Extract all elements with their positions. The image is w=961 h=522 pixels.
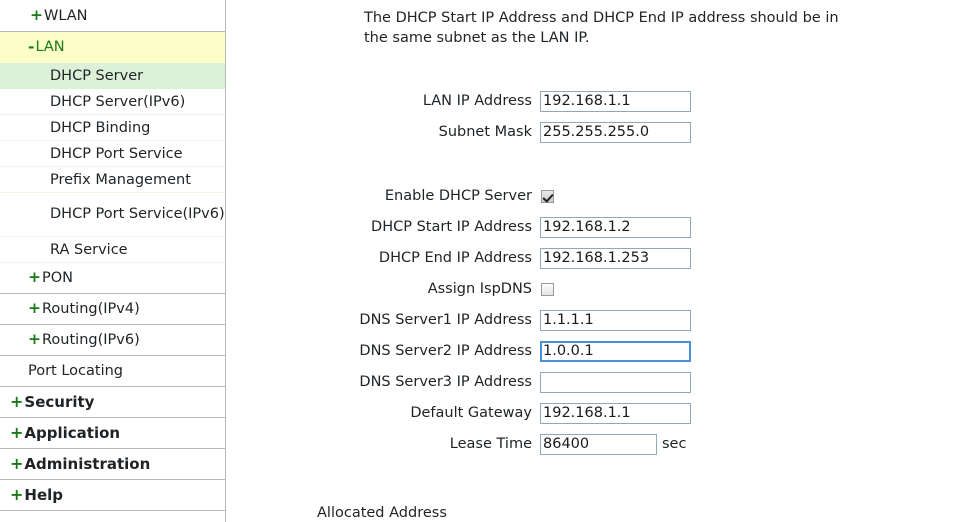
dns-server2-input[interactable] [540, 340, 691, 362]
dhcp-end-label: DHCP End IP Address [378, 250, 532, 266]
dhcp-start-label: DHCP Start IP Address [371, 219, 532, 235]
router-config-page: + WLAN - LAN DHCP Server DHCP Server(IPv… [0, 0, 961, 522]
sidebar-item-label: DHCP Port Service [50, 145, 183, 162]
sidebar-item-routing-ipv6[interactable]: + Routing(IPv6) [0, 325, 225, 356]
field-row-subnet-mask: Subnet Mask [227, 117, 747, 147]
field-row-dns3: DNS Server3 IP Address [227, 367, 747, 397]
sidebar-item-administration[interactable]: + Administration [0, 449, 225, 480]
dhcp-settings-form: LAN IP Address Subnet Mask Enable DHCP S… [227, 86, 747, 460]
sidebar-item-label: Port Locating [28, 363, 124, 379]
expand-plus-icon: + [10, 423, 24, 442]
enable-dhcp-label: Enable DHCP Server [384, 188, 532, 204]
field-row-lease-time: Lease Time sec [227, 429, 747, 459]
sidebar-item-label: WLAN [44, 7, 88, 24]
expand-plus-icon: + [28, 330, 41, 349]
expand-plus-icon: + [28, 299, 41, 318]
sidebar-item-dhcp-binding[interactable]: DHCP Binding [0, 115, 225, 141]
allocated-address-heading: Allocated Address [317, 505, 447, 521]
sidebar-item-label: RA Service [50, 241, 128, 258]
sidebar-item-label: DHCP Binding [50, 119, 151, 136]
sidebar-navigation: + WLAN - LAN DHCP Server DHCP Server(IPv… [0, 0, 226, 522]
default-gateway-input[interactable] [540, 402, 691, 424]
form-spacer [227, 148, 747, 181]
dns-server3-label: DNS Server3 IP Address [359, 374, 532, 390]
field-row-dhcp-start: DHCP Start IP Address [227, 212, 747, 242]
sidebar-item-label: Routing(IPv4) [42, 301, 140, 317]
sidebar-item-label: Prefix Management [50, 171, 191, 188]
subnet-hint-text: The DHCP Start IP Address and DHCP End I… [364, 10, 839, 46]
sidebar-item-port-locating[interactable]: Port Locating [0, 356, 225, 387]
sidebar-item-prefix-management[interactable]: Prefix Management [0, 167, 225, 193]
sidebar-item-security[interactable]: + Security [0, 387, 225, 418]
dns-server1-input[interactable] [540, 309, 691, 331]
sidebar-item-dhcp-server[interactable]: DHCP Server [0, 63, 225, 89]
field-row-dns2: DNS Server2 IP Address [227, 336, 747, 366]
subnet-mask-input[interactable] [540, 121, 691, 143]
expand-plus-icon: + [28, 268, 41, 287]
sidebar-item-wlan[interactable]: + WLAN [0, 0, 225, 32]
sidebar-item-pon[interactable]: + PON [0, 263, 225, 294]
field-row-assign-ispdns: Assign IspDNS [227, 274, 747, 304]
sidebar-item-help[interactable]: + Help [0, 480, 225, 511]
sidebar-item-dhcp-port-service[interactable]: DHCP Port Service [0, 141, 225, 167]
default-gateway-label: Default Gateway [410, 405, 532, 421]
dhcp-start-input[interactable] [540, 216, 691, 238]
sidebar-item-label: Application [24, 424, 121, 442]
field-row-dhcp-end: DHCP End IP Address [227, 243, 747, 273]
main-content: The DHCP Start IP Address and DHCP End I… [227, 0, 961, 522]
dns-server3-input[interactable] [540, 371, 691, 393]
lan-ip-input[interactable] [540, 90, 691, 112]
sidebar-item-label: DHCP Server [50, 67, 144, 84]
sidebar-item-label: LAN [35, 39, 65, 55]
collapse-minus-icon: - [28, 38, 35, 56]
sidebar-item-dhcp-server-ipv6[interactable]: DHCP Server(IPv6) [0, 89, 225, 115]
sidebar-item-label: Help [24, 486, 64, 504]
expand-plus-icon: + [10, 392, 24, 411]
field-row-enable-dhcp: Enable DHCP Server [227, 181, 747, 211]
subnet-mask-label: Subnet Mask [438, 124, 532, 140]
sidebar-item-routing-ipv4[interactable]: + Routing(IPv4) [0, 294, 225, 325]
sidebar-item-label: Routing(IPv6) [42, 332, 140, 348]
sidebar-item-label: Security [24, 393, 95, 411]
dns-server1-label: DNS Server1 IP Address [359, 312, 532, 328]
assign-ispdns-label: Assign IspDNS [427, 281, 532, 297]
sidebar-item-label: DHCP Port Service(IPv6) [50, 206, 225, 222]
lan-ip-label: LAN IP Address [422, 93, 532, 109]
dns-server2-label: DNS Server2 IP Address [359, 343, 532, 359]
sidebar-item-ra-service[interactable]: RA Service [0, 237, 225, 263]
expand-plus-icon: + [10, 454, 24, 473]
dhcp-end-input[interactable] [540, 247, 691, 269]
expand-plus-icon: + [10, 485, 24, 504]
lease-time-label: Lease Time [449, 436, 532, 452]
expand-plus-icon: + [30, 5, 43, 24]
lease-time-unit-label: sec [662, 436, 687, 452]
sidebar-item-application[interactable]: + Application [0, 418, 225, 449]
enable-dhcp-checkbox[interactable] [541, 189, 554, 203]
field-row-dns1: DNS Server1 IP Address [227, 305, 747, 335]
sidebar-item-label: PON [42, 270, 74, 286]
sidebar-item-dhcp-port-service-ipv6[interactable]: DHCP Port Service(IPv6) [0, 193, 225, 237]
sidebar-item-label: Administration [24, 455, 151, 473]
assign-ispdns-checkbox[interactable] [541, 282, 554, 296]
sidebar-item-label: DHCP Server(IPv6) [50, 93, 186, 110]
sidebar-item-lan[interactable]: - LAN [0, 32, 225, 63]
field-row-default-gateway: Default Gateway [227, 398, 747, 428]
lease-time-input[interactable] [540, 433, 657, 455]
field-row-lan-ip: LAN IP Address [227, 86, 747, 116]
